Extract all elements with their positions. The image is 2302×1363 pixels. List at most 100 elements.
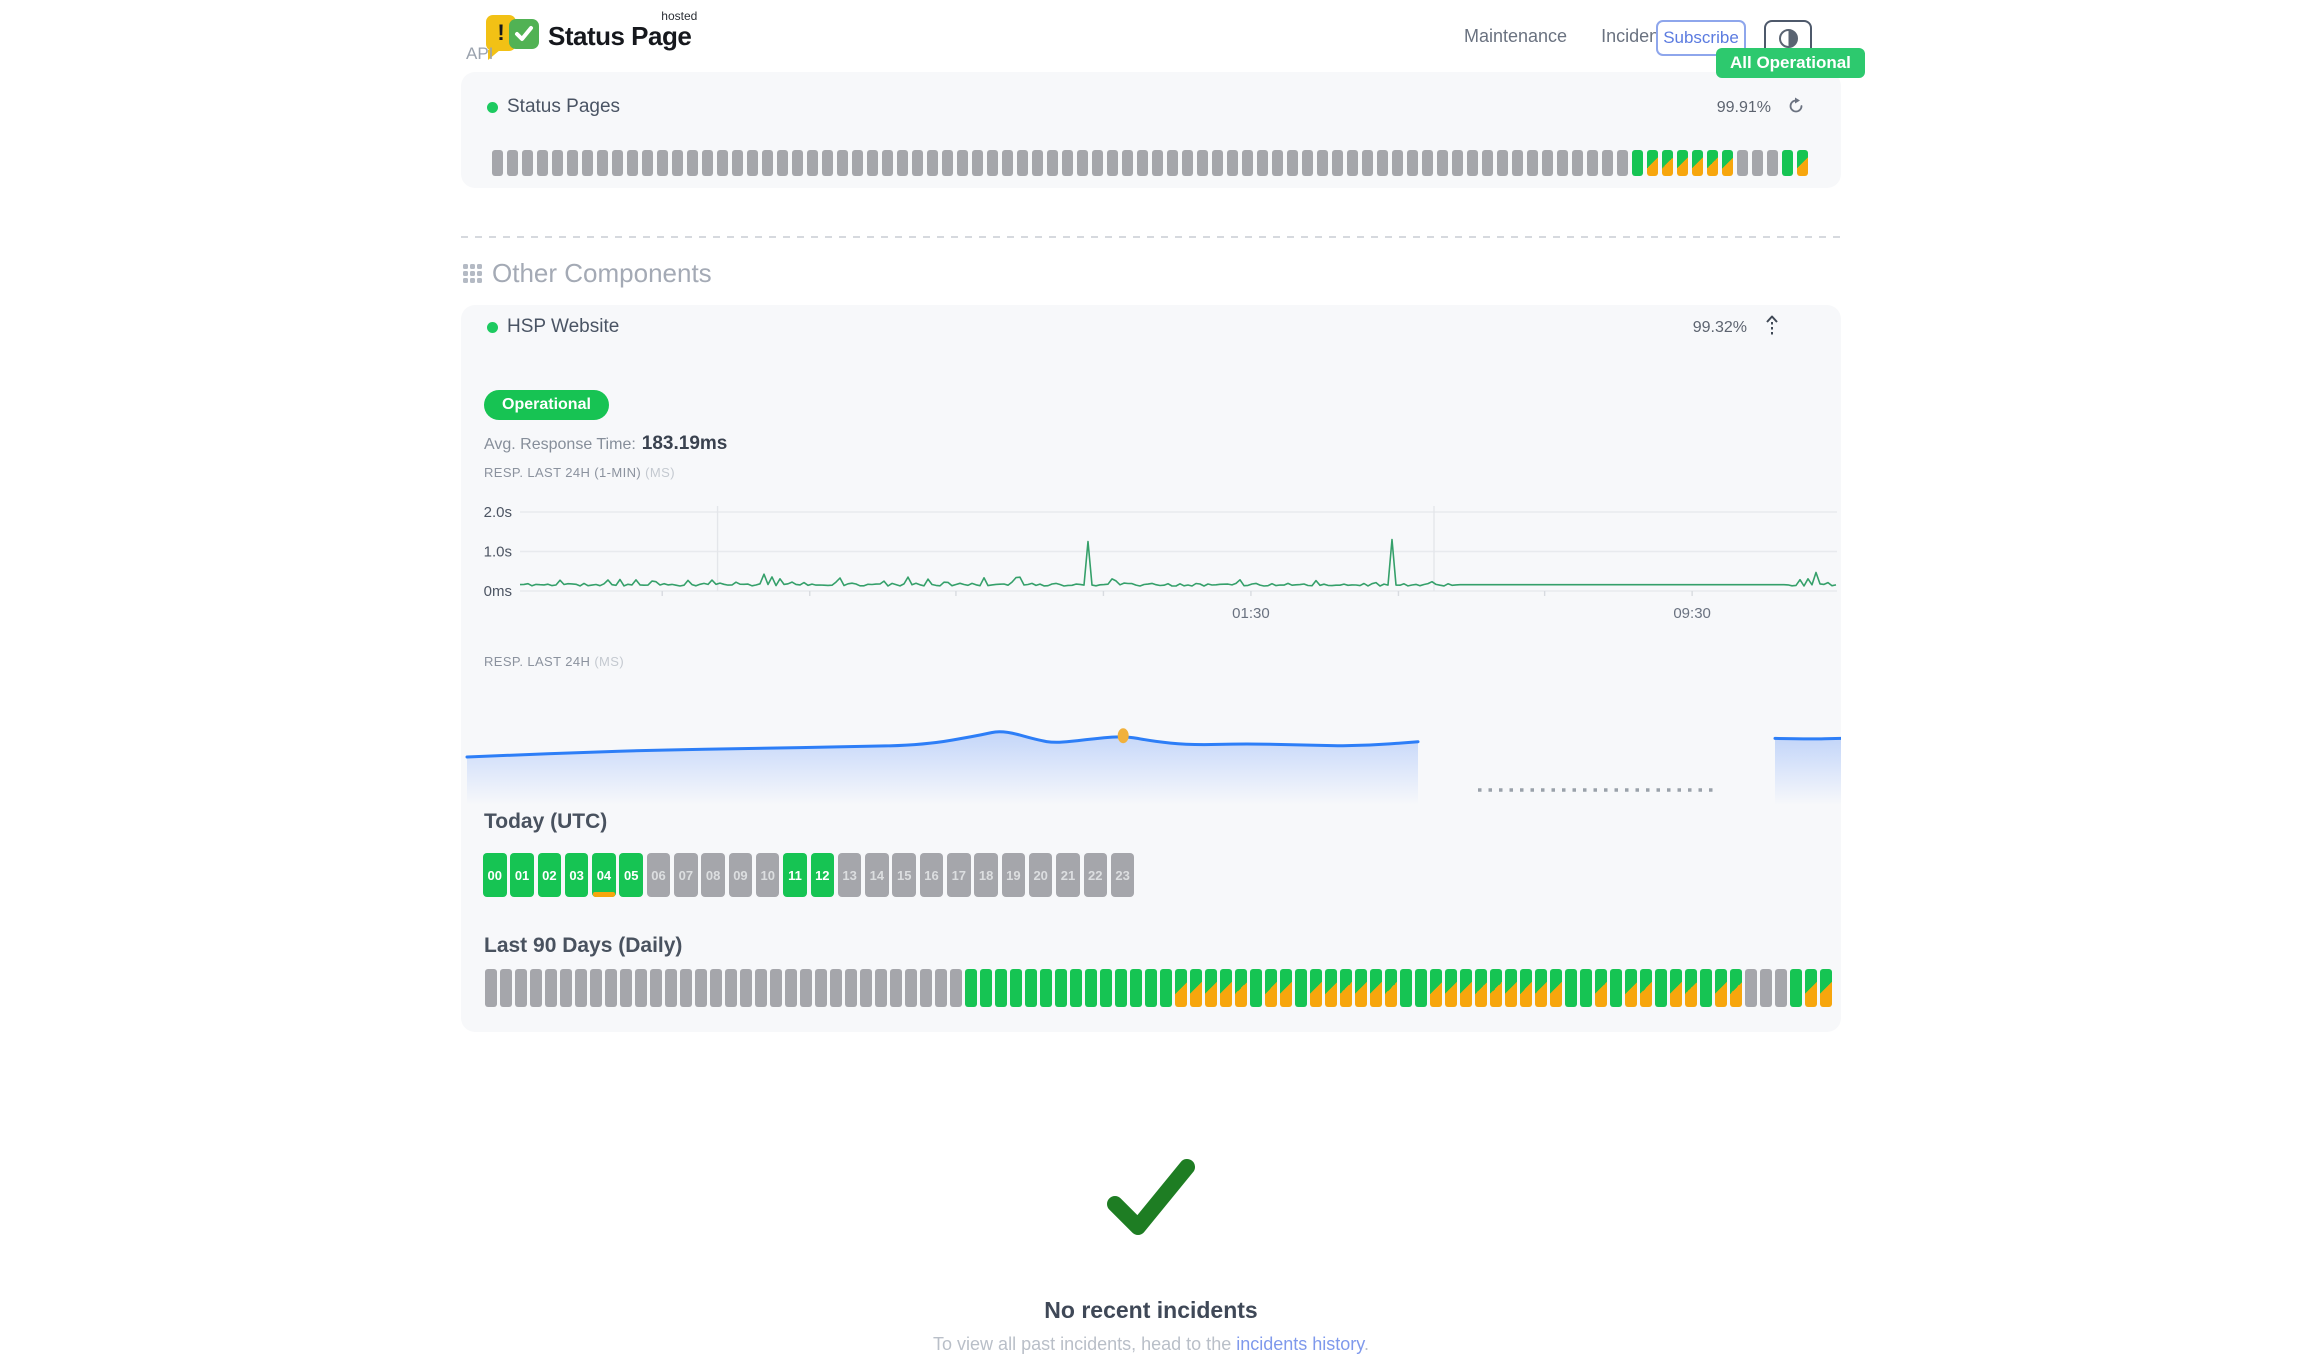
uptime-bar-nodata [597,150,608,176]
uptime-bar-up [1655,969,1667,1007]
uptime-bar-degraded [1820,969,1832,1007]
uptime-bar-nodata [815,969,827,1007]
uptime-bar-degraded [1175,969,1187,1007]
uptime-bar-nodata [1062,150,1073,176]
uptime-bar-up [1250,969,1262,1007]
status-page-logo-icon: ! [486,13,542,59]
response-time-line-chart: 2.0s1.0s0ms01:3009:30 [461,500,1841,630]
uptime-bar-up [1400,969,1412,1007]
uptime-bar-nodata [1377,150,1388,176]
uptime-bar-degraded [1685,969,1697,1007]
uptime-bar-nodata [1182,150,1193,176]
uptime-bar-nodata [912,150,923,176]
uptime-bar-nodata [530,969,542,1007]
uptime-bar-nodata [1422,150,1433,176]
uptime-bar-nodata [725,969,737,1007]
uptime-bar-degraded [1707,150,1718,176]
uptime-bar-nodata [927,150,938,176]
hour-box-08: 08 [701,853,725,897]
last-90-days-heading: Last 90 Days (Daily) [484,934,682,958]
uptime-bar-nodata [612,150,623,176]
uptime-bar-degraded [1625,969,1637,1007]
hour-box-01: 01 [510,853,534,897]
hour-box-21: 21 [1056,853,1080,897]
uptime-bar-degraded [1220,969,1232,1007]
uptime-bar-up [1010,969,1022,1007]
uptime-bar-nodata [1482,150,1493,176]
uptime-bar-nodata [627,150,638,176]
uptime-percent: 99.91% [1717,99,1771,117]
trend-up-icon [1765,315,1779,344]
uptime-bar-nodata [1602,150,1613,176]
uptime-bar-degraded [1505,969,1517,1007]
uptime-bar-degraded [1385,969,1397,1007]
uptime-bar-nodata [1167,150,1178,176]
component-name: HSP Website [507,316,619,338]
uptime-bar-nodata [1437,150,1448,176]
uptime-bar-nodata [1767,150,1778,176]
hour-box-00: 00 [483,853,507,897]
uptime-bar-degraded [1475,969,1487,1007]
uptime-bar-nodata [852,150,863,176]
degraded-strip [593,892,615,897]
uptime-bar-degraded [1692,150,1703,176]
uptime-bar-up [1610,969,1622,1007]
uptime-bar-nodata [1152,150,1163,176]
chart2-label: RESP. LAST 24H (MS) [484,654,624,669]
uptime-bar-nodata [1137,150,1148,176]
uptime-bar-nodata [515,969,527,1007]
hour-box-22: 22 [1084,853,1108,897]
uptime-bar-nodata [605,969,617,1007]
hour-box-06: 06 [647,853,671,897]
uptime-bar-degraded [1520,969,1532,1007]
uptime-bar-nodata [710,969,722,1007]
uptime-bar-nodata [687,150,698,176]
uptime-bar-up [1160,969,1172,1007]
uptime-bar-up [1632,150,1643,176]
hsp-website-card: HSP Website 99.32% Operational Avg. Resp… [461,305,1841,1032]
uptime-bar-nodata [1287,150,1298,176]
uptime-bar-nodata [987,150,998,176]
hour-box-12: 12 [811,853,835,897]
nav-maintenance[interactable]: Maintenance [1464,26,1567,47]
uptime-bar-nodata [747,150,758,176]
api-card: Status Pages 99.91% [461,72,1841,188]
uptime-bar-nodata [1587,150,1598,176]
svg-text:1.0s: 1.0s [484,544,512,561]
uptime-bar-nodata [1542,150,1553,176]
uptime-bar-nodata [860,969,872,1007]
uptime-bar-nodata [890,969,902,1007]
uptime-bar-nodata [545,969,557,1007]
grid-icon [463,264,482,283]
uptime-bar-degraded [1490,969,1502,1007]
uptime-bar-degraded [1325,969,1337,1007]
uptime-bar-nodata [1737,150,1748,176]
hour-box-16: 16 [920,853,944,897]
uptime-bar-degraded [1670,969,1682,1007]
uptime-bar-nodata [680,969,692,1007]
refresh-icon[interactable] [1787,97,1805,120]
uptime-bar-degraded [1235,969,1247,1007]
uptime-bar-nodata [1392,150,1403,176]
incidents-history-link[interactable]: incidents history [1236,1334,1364,1354]
uptime-bar-degraded [1715,969,1727,1007]
uptime-bar-degraded [1662,150,1673,176]
hour-box-09: 09 [729,853,753,897]
uptime-bar-nodata [575,969,587,1007]
uptime-bar-nodata [1775,969,1787,1007]
brand-logo: ! Status Page hosted [486,10,691,62]
no-recent-incidents-title: No recent incidents [0,1297,2302,1324]
uptime-bar-nodata [1122,150,1133,176]
uptime-bar-nodata [702,150,713,176]
uptime-bar-degraded [1310,969,1322,1007]
uptime-bar-nodata [845,969,857,1007]
uptime-bar-nodata [1317,150,1328,176]
uptime-bar-nodata [560,969,572,1007]
uptime-bar-nodata [837,150,848,176]
dashed-divider [461,236,1841,238]
uptime-bar-up [965,969,977,1007]
uptime-bar-up [1295,969,1307,1007]
uptime-bar-nodata [672,150,683,176]
uptime-bar-up [1085,969,1097,1007]
hour-box-03: 03 [565,853,589,897]
